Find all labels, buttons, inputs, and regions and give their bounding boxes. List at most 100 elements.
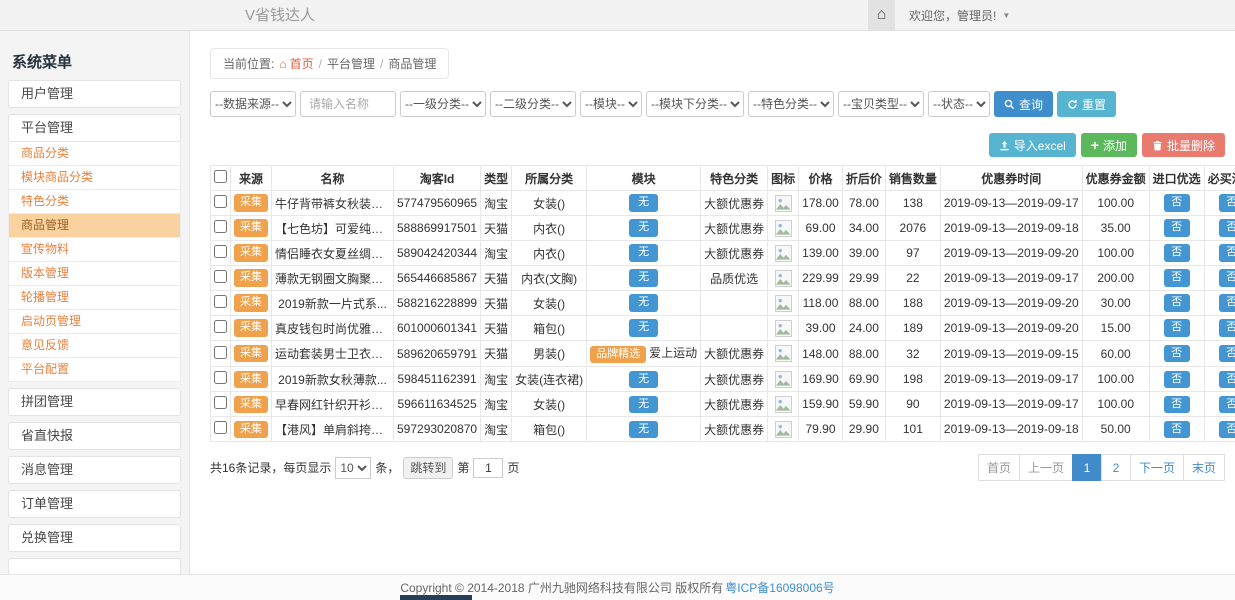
taoke-id-cell: 565446685867: [394, 266, 481, 291]
user-menu[interactable]: 欢迎您，管理员! ▼: [895, 0, 1010, 30]
name-cell: 牛仔背带裤女秋装减龄...: [272, 191, 394, 216]
row-checkbox[interactable]: [214, 320, 227, 333]
row-checkbox[interactable]: [214, 270, 227, 283]
sidebar-sub-item[interactable]: 意见反馈: [8, 334, 181, 358]
home-icon: ⌂: [877, 6, 887, 24]
coupon-time-cell: 2019-09-13—2019-09-17: [940, 367, 1082, 392]
sidebar-sub-item[interactable]: 商品管理: [8, 214, 181, 238]
add-button[interactable]: + 添加: [1081, 133, 1137, 157]
page-size-select[interactable]: 10: [335, 457, 371, 479]
page-button[interactable]: 1: [1072, 454, 1102, 481]
must-buy-toggle-button[interactable]: 否: [1219, 319, 1235, 336]
sidebar-group-item[interactable]: 用户管理: [8, 80, 181, 108]
icp-link[interactable]: 粤ICP备16098006号: [725, 579, 834, 596]
page-button[interactable]: 2: [1101, 454, 1131, 481]
reset-button[interactable]: 重置: [1057, 91, 1116, 117]
row-checkbox-cell: [211, 341, 231, 367]
jump-button[interactable]: 跳转到: [403, 457, 453, 479]
row-checkbox[interactable]: [214, 421, 227, 434]
column-header: 特色分类: [701, 166, 768, 191]
level2-category-select[interactable]: --二级分类--: [490, 91, 576, 117]
row-checkbox[interactable]: [214, 195, 227, 208]
imported-toggle-button[interactable]: 否: [1164, 269, 1190, 286]
sidebar-group-item[interactable]: 省直快报: [8, 422, 181, 450]
taoke-id-cell: 588869917501: [394, 216, 481, 241]
sidebar-sub-item[interactable]: 特色分类: [8, 190, 181, 214]
product-icon-image: [775, 295, 792, 312]
data-source-select[interactable]: --数据来源--: [210, 91, 296, 117]
imported-toggle-button[interactable]: 否: [1164, 371, 1190, 388]
sidebar-sub-item[interactable]: 平台配置: [8, 358, 181, 382]
breadcrumb-home-link[interactable]: ⌂ 首页: [279, 55, 313, 72]
home-button[interactable]: ⌂: [868, 0, 895, 30]
sidebar-sub-item[interactable]: 启动页管理: [8, 310, 181, 334]
imported-toggle-button[interactable]: 否: [1164, 194, 1190, 211]
must-buy-toggle-button[interactable]: 否: [1219, 371, 1235, 388]
table-row: 采集情侣睡衣女夏丝绸男士...589042420344淘宝内衣()无大额优惠券1…: [211, 241, 1235, 266]
level1-category-select[interactable]: --一级分类--: [400, 91, 486, 117]
must-buy-toggle-button[interactable]: 否: [1219, 345, 1235, 362]
sidebar-sub-item[interactable]: 商品分类: [8, 142, 181, 166]
page-number-input[interactable]: [473, 458, 503, 478]
feature-category-select[interactable]: --特色分类--: [748, 91, 834, 117]
sidebar-sub-item[interactable]: 模块商品分类: [8, 166, 181, 190]
source-cell: 采集: [231, 392, 272, 417]
row-checkbox[interactable]: [214, 295, 227, 308]
batch-delete-button[interactable]: 批量删除: [1142, 133, 1225, 157]
pagination-buttons: 首页上一页12下一页末页: [979, 454, 1225, 481]
sidebar-group-item[interactable]: 订单管理: [8, 490, 181, 518]
name-cell: 【七色坊】可爱纯棉家...: [272, 216, 394, 241]
page-button[interactable]: 下一页: [1130, 454, 1184, 481]
imported-toggle-button[interactable]: 否: [1164, 421, 1190, 438]
copyright-text: Copyright © 2014-2018 广州九驰网络科技有限公司 版权所有: [400, 579, 723, 596]
status-select[interactable]: --状态--: [928, 91, 990, 117]
page-button[interactable]: 上一页: [1019, 454, 1073, 481]
sidebar-sub-item[interactable]: 轮播管理: [8, 286, 181, 310]
category-cell: 箱包(): [512, 417, 587, 442]
horizontal-scrollbar-thumb[interactable]: [400, 595, 472, 600]
search-button[interactable]: 查询: [994, 91, 1053, 117]
imported-toggle-button[interactable]: 否: [1164, 294, 1190, 311]
import-excel-button[interactable]: 导入excel: [989, 133, 1076, 157]
module-select[interactable]: --模块--: [580, 91, 642, 117]
must-buy-toggle-button[interactable]: 否: [1219, 294, 1235, 311]
must-buy-toggle-button[interactable]: 否: [1219, 269, 1235, 286]
imported-toggle-button[interactable]: 否: [1164, 219, 1190, 236]
sidebar-group-item[interactable]: 消息管理: [8, 456, 181, 484]
must-buy-toggle-button[interactable]: 否: [1219, 194, 1235, 211]
imported-toggle-button[interactable]: 否: [1164, 319, 1190, 336]
select-all-checkbox[interactable]: [214, 170, 227, 183]
row-checkbox-cell: [211, 367, 231, 392]
imported-toggle-button[interactable]: 否: [1164, 244, 1190, 261]
sidebar-group-item[interactable]: 平台管理: [8, 114, 181, 142]
row-checkbox[interactable]: [214, 245, 227, 258]
footer: Copyright © 2014-2018 广州九驰网络科技有限公司 版权所有 …: [0, 574, 1235, 600]
module-sub-category-select[interactable]: --模块下分类--: [646, 91, 744, 117]
sidebar-sub-item[interactable]: 宣传物料: [8, 238, 181, 262]
source-badge: 采集: [234, 371, 268, 388]
imported-toggle-button[interactable]: 否: [1164, 396, 1190, 413]
sidebar-group-item[interactable]: 兑换管理: [8, 524, 181, 552]
page-button[interactable]: 末页: [1183, 454, 1225, 481]
imported-toggle-button[interactable]: 否: [1164, 345, 1190, 362]
price-cell: 139.00: [799, 241, 843, 266]
item-type-select[interactable]: --宝贝类型--: [838, 91, 924, 117]
sidebar-group-item[interactable]: 拼团管理: [8, 388, 181, 416]
table-row: 采集运动套装男士卫衣初秋...589620659791天猫男装()品牌精选爱上运…: [211, 341, 1235, 367]
must-buy-toggle-button[interactable]: 否: [1219, 396, 1235, 413]
name-input[interactable]: [300, 91, 396, 117]
sidebar-sub-item[interactable]: 版本管理: [8, 262, 181, 286]
row-checkbox[interactable]: [214, 396, 227, 409]
row-checkbox[interactable]: [214, 371, 227, 384]
must-buy-cell: 否: [1204, 291, 1235, 316]
must-buy-toggle-button[interactable]: 否: [1219, 219, 1235, 236]
page-button[interactable]: 首页: [978, 454, 1020, 481]
must-buy-toggle-button[interactable]: 否: [1219, 421, 1235, 438]
discount-price-cell: 34.00: [842, 216, 885, 241]
sidebar-group-item[interactable]: [8, 558, 181, 574]
row-checkbox[interactable]: [214, 346, 227, 359]
row-checkbox[interactable]: [214, 220, 227, 233]
source-badge: 采集: [234, 269, 268, 286]
must-buy-toggle-button[interactable]: 否: [1219, 244, 1235, 261]
must-buy-cell: 否: [1204, 341, 1235, 367]
